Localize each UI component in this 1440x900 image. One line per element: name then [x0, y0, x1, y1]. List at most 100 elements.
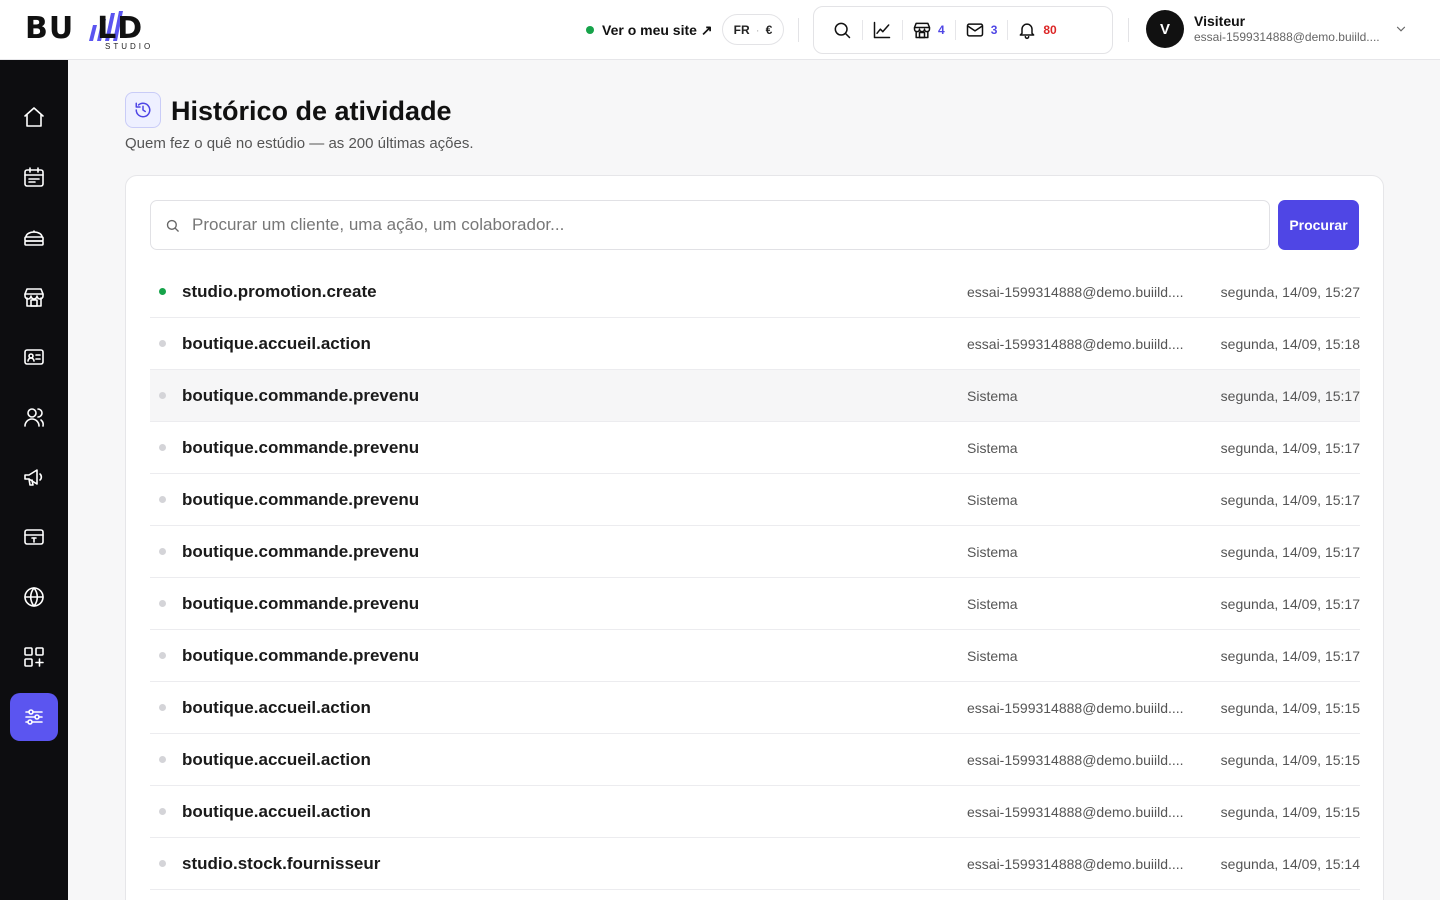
status-dot — [159, 756, 166, 763]
status-dot — [159, 652, 166, 659]
mail-icon — [966, 23, 983, 37]
activity-list: studio.promotion.create essai-1599314888@… — [150, 266, 1360, 890]
row-action: boutique.commande.prevenu — [182, 541, 420, 561]
view-site-label: Ver o meu site ↗ — [602, 21, 713, 38]
activity-card: Procurar studio.promotion.create essai-15… — [125, 175, 1384, 900]
status-dot — [159, 860, 166, 867]
page-subtitle: Quem fez o quê no estúdio — as 200 últim… — [125, 135, 474, 152]
store-icon — [913, 22, 931, 39]
payment-icon — [24, 529, 44, 545]
status-dot — [159, 704, 166, 711]
row-actor: essai-1599314888@demo.buiild.... — [967, 699, 1184, 716]
messages-count: 3 — [990, 23, 998, 37]
row-timestamp: segunda, 14/09, 15:15 — [1220, 751, 1360, 768]
sidebar-item-website[interactable] — [10, 573, 58, 621]
apps-icon — [24, 647, 44, 667]
sidebar-item-apps[interactable] — [10, 633, 58, 681]
row-timestamp: segunda, 14/09, 15:14 — [1220, 855, 1360, 872]
sidebar — [0, 60, 68, 900]
row-action: boutique.commande.prevenu — [182, 645, 420, 665]
row-timestamp: segunda, 14/09, 15:15 — [1220, 803, 1360, 820]
sidebar-item-home[interactable] — [10, 93, 58, 141]
row-action: boutique.accueil.action — [182, 749, 371, 769]
row-timestamp: segunda, 14/09, 15:17 — [1220, 439, 1360, 456]
divider — [1128, 18, 1129, 42]
table-row[interactable]: boutique.accueil.action essai-1599314888@… — [150, 786, 1360, 838]
table-row[interactable]: studio.stock.fournisseur essai-1599314888… — [150, 838, 1360, 890]
row-action: boutique.commande.prevenu — [182, 437, 420, 457]
store-count: 4 — [938, 23, 945, 37]
row-timestamp: segunda, 14/09, 15:17 — [1220, 387, 1360, 404]
status-dot — [159, 496, 166, 503]
row-actor: Sistema — [967, 595, 1018, 612]
row-action: boutique.accueil.action — [182, 801, 371, 821]
sidebar-item-settings[interactable] — [10, 693, 58, 741]
status-dot — [159, 288, 166, 295]
row-actor: Sistema — [967, 387, 1018, 404]
top-bar: BU LD STUDIO Ver o meu site ↗ FR · € 4 3… — [0, 0, 1440, 60]
row-actor: essai-1599314888@demo.buiild.... — [967, 751, 1184, 768]
bell-icon — [1019, 23, 1035, 40]
users-icon — [24, 408, 44, 427]
chart-icon — [873, 21, 891, 39]
row-action: studio.promotion.create — [182, 281, 377, 301]
row-actor: essai-1599314888@demo.buiild.... — [967, 803, 1184, 820]
megaphone-icon — [24, 469, 43, 486]
status-dot — [159, 600, 166, 607]
messages-button[interactable]: 3 — [954, 6, 1008, 54]
id-card-icon — [24, 349, 44, 365]
status-dot — [159, 444, 166, 451]
row-action: boutique.accueil.action — [182, 697, 371, 717]
avatar: V — [1146, 10, 1184, 48]
row-actor: Sistema — [967, 543, 1018, 560]
table-row[interactable]: boutique.commande.prevenu Sistema segunda,… — [150, 578, 1360, 630]
search-submit-button[interactable]: Procurar — [1278, 200, 1359, 250]
row-actor: essai-1599314888@demo.buiild.... — [967, 283, 1184, 300]
table-row[interactable]: boutique.commande.prevenu Sistema segunda,… — [150, 630, 1360, 682]
table-row[interactable]: boutique.commande.prevenu Sistema segunda,… — [150, 474, 1360, 526]
currency-symbol: € — [765, 22, 773, 37]
language-code: FR — [733, 22, 750, 37]
sidebar-item-clients[interactable] — [10, 333, 58, 381]
sidebar-item-services[interactable] — [10, 213, 58, 261]
row-timestamp: segunda, 14/09, 15:17 — [1220, 647, 1360, 664]
table-row[interactable]: boutique.commande.prevenu Sistema segunda,… — [150, 422, 1360, 474]
history-icon — [135, 102, 151, 118]
user-menu[interactable]: V Visiteur essai-1599314888@demo.buiild.… — [1146, 10, 1384, 48]
language-currency-switcher[interactable]: FR · € — [722, 14, 784, 45]
page-title: Histórico de atividade — [171, 96, 452, 126]
sidebar-item-calendar[interactable] — [10, 153, 58, 201]
status-dot — [159, 548, 166, 555]
table-row[interactable]: boutique.commande.prevenu Sistema segunda,… — [150, 526, 1360, 578]
site-online-indicator — [586, 26, 594, 34]
table-row[interactable]: studio.promotion.create essai-1599314888@… — [150, 266, 1360, 318]
brand-logo[interactable]: BU LD STUDIO — [25, 9, 185, 53]
sidebar-item-marketing[interactable] — [10, 453, 58, 501]
toolbar: 4 3 80 — [813, 6, 1113, 54]
globe-icon — [24, 587, 44, 607]
search-input[interactable] — [192, 215, 1252, 235]
store-button[interactable]: 4 — [902, 6, 955, 54]
table-row[interactable]: boutique.accueil.action essai-1599314888@… — [150, 734, 1360, 786]
chevron-down-icon[interactable] — [1394, 22, 1408, 36]
row-actor: Sistema — [967, 491, 1018, 508]
logo-subtitle: STUDIO — [105, 42, 154, 51]
notifications-button[interactable]: 80 — [1007, 6, 1066, 54]
sidebar-item-shop[interactable] — [10, 273, 58, 321]
table-row[interactable]: boutique.accueil.action essai-1599314888@… — [150, 318, 1360, 370]
analytics-button[interactable] — [862, 6, 902, 54]
user-name: Visiteur — [1194, 13, 1246, 29]
view-site-link[interactable]: Ver o meu site ↗ — [586, 20, 713, 40]
sidebar-item-payments[interactable] — [10, 513, 58, 561]
row-actor: essai-1599314888@demo.buiild.... — [967, 335, 1184, 352]
search-box[interactable] — [150, 200, 1270, 250]
row-actor: Sistema — [967, 647, 1018, 664]
services-icon — [24, 230, 44, 246]
row-action: studio.stock.fournisseur — [182, 853, 381, 873]
search-button[interactable] — [822, 6, 862, 54]
row-action: boutique.commande.prevenu — [182, 489, 420, 509]
table-row[interactable]: boutique.accueil.action essai-1599314888@… — [150, 682, 1360, 734]
sidebar-item-team[interactable] — [10, 393, 58, 441]
table-row[interactable]: boutique.commande.prevenu Sistema segunda,… — [150, 370, 1360, 422]
home-icon — [24, 107, 44, 127]
